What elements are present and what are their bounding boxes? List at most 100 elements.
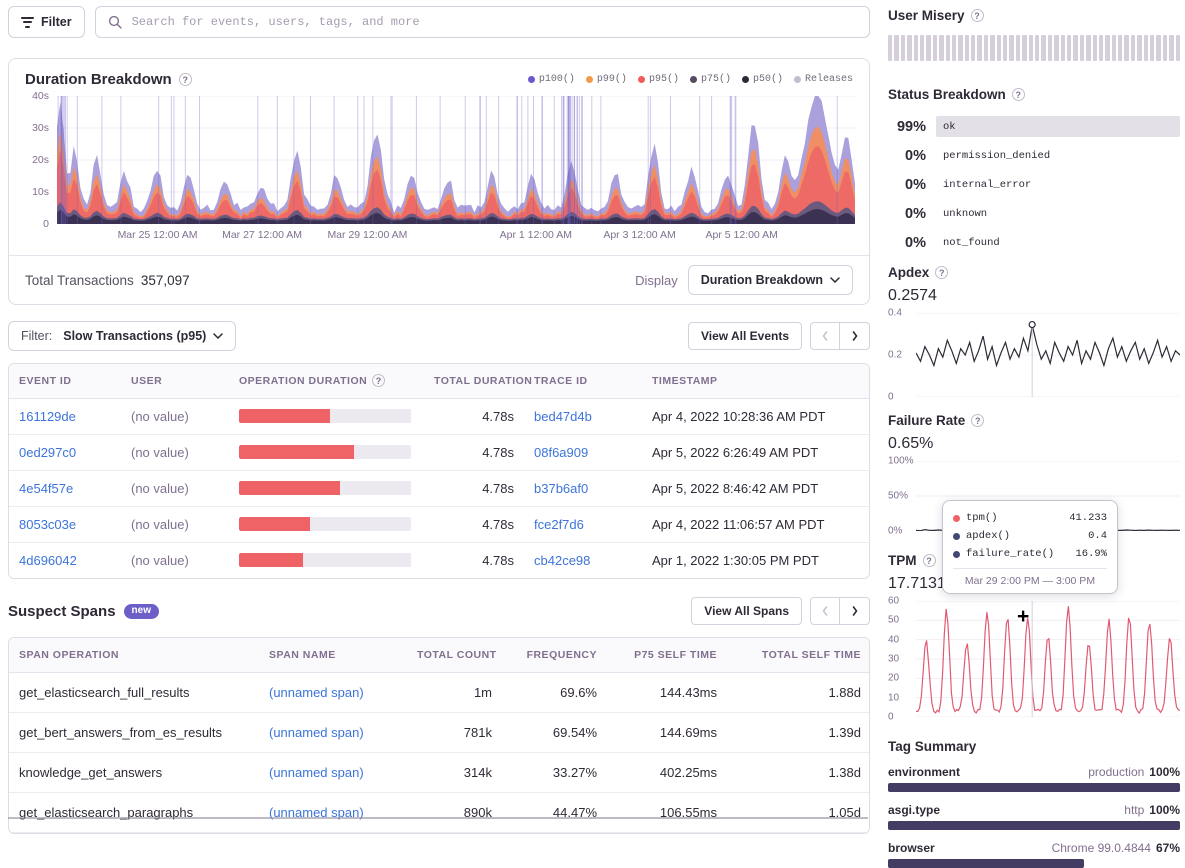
- events-table: EVENT ID USER OPERATION DURATION? TOTAL DUR…: [8, 363, 870, 579]
- legend-dot: [527, 76, 535, 83]
- status-percent: 99%: [896, 118, 926, 135]
- operation-duration-fill: [239, 481, 341, 495]
- filter-button[interactable]: Filter: [8, 6, 85, 38]
- legend-item[interactable]: p75(): [689, 74, 731, 85]
- help-icon[interactable]: ?: [922, 554, 936, 567]
- y-tick-label: 10s: [32, 186, 49, 198]
- frequency-cell: 44.47%: [502, 792, 607, 833]
- tooltip-series-value: 41.233: [1069, 512, 1107, 524]
- duration-breakdown-panel: Duration Breakdown ? p100() p99() p95() p75…: [8, 58, 870, 305]
- tooltip-series-value: 16.9%: [1075, 548, 1107, 560]
- status-percent: 0%: [905, 205, 926, 222]
- misery-bar: [1086, 35, 1091, 61]
- event-id-link[interactable]: 4e54f57e: [19, 481, 73, 496]
- misery-bar: [907, 35, 912, 61]
- status-label: not_found: [943, 236, 1000, 249]
- y-tick-label: 0: [888, 711, 894, 723]
- misery-bar: [990, 35, 995, 61]
- operation-duration-bar: [239, 445, 411, 459]
- misery-bar: [983, 35, 989, 61]
- help-icon[interactable]: ?: [971, 414, 985, 427]
- legend-item[interactable]: p95(): [637, 74, 679, 85]
- view-all-events-button[interactable]: View All Events: [687, 322, 802, 350]
- span-name-link[interactable]: (unnamed span): [269, 765, 364, 780]
- legend-item[interactable]: p50(): [741, 74, 783, 85]
- display-dropdown[interactable]: Duration Breakdown: [687, 265, 853, 295]
- help-icon[interactable]: ?: [372, 374, 386, 388]
- legend-item[interactable]: p100(): [527, 74, 575, 85]
- tpm-chart[interactable]: [916, 601, 1180, 717]
- x-tick-label: Mar 29 12:00 AM: [327, 229, 408, 241]
- suspect-spans-table: SPAN OPERATION SPAN NAME TOTAL COUNT FREQUE…: [8, 637, 870, 834]
- apdex-chart[interactable]: [916, 313, 1180, 397]
- timestamp-cell: Apr 5, 2022 6:26:49 AM PDT: [642, 434, 869, 471]
- total-count-cell: 890k: [407, 792, 502, 833]
- status-row: 0% internal_error: [888, 170, 1180, 199]
- tag-name: browser: [888, 841, 935, 855]
- y-tick-label: 20: [888, 672, 900, 684]
- duration-chart[interactable]: [57, 96, 855, 224]
- trace-id-link[interactable]: fce2f7d6: [534, 517, 584, 532]
- misery-bar: [919, 35, 925, 61]
- span-operation-cell: get_bert_answers_from_es_results: [9, 712, 259, 753]
- span-name-link[interactable]: (unnamed span): [269, 725, 364, 740]
- total-count-cell: 1m: [407, 672, 502, 713]
- tag-value: Chrome 99.0.4844: [1051, 841, 1151, 855]
- search-icon: [108, 15, 122, 29]
- help-icon[interactable]: ?: [935, 266, 949, 279]
- search-input[interactable]: [129, 14, 857, 30]
- prev-page-button[interactable]: [810, 597, 840, 625]
- misery-bar: [1054, 35, 1059, 61]
- tooltip-series-label: apdex(): [966, 530, 1011, 542]
- table-row: 0ed297c0 (no value) 4.78s 08f6a909 Apr 5, 20…: [9, 434, 869, 471]
- tag-row: environment production 100%: [888, 765, 1180, 792]
- span-name-link[interactable]: (unnamed span): [269, 685, 364, 700]
- status-breakdown-section: Status Breakdown? 99% ok 0% permission_deni…: [888, 87, 1180, 257]
- misery-bar: [888, 35, 893, 61]
- search-box[interactable]: [94, 6, 870, 38]
- legend-item[interactable]: Releases: [793, 74, 853, 85]
- legend-dot: [585, 76, 593, 83]
- trace-id-link[interactable]: bed47d4b: [534, 409, 592, 424]
- event-id-link[interactable]: 161129de: [19, 409, 76, 424]
- status-row: 0% not_found: [888, 228, 1180, 257]
- p75-self-time-cell: 144.43ms: [607, 672, 727, 713]
- misery-bar: [1130, 35, 1136, 61]
- misery-bar: [951, 35, 957, 61]
- next-page-button[interactable]: [840, 322, 870, 350]
- user-cell: (no value): [121, 470, 229, 507]
- status-label: internal_error: [943, 178, 1032, 191]
- events-pagination: [810, 322, 870, 350]
- trace-id-link[interactable]: cb42ce98: [534, 553, 590, 568]
- misery-bar: [932, 35, 938, 61]
- misery-bar: [977, 35, 982, 61]
- help-icon[interactable]: ?: [970, 9, 984, 22]
- operation-duration-bar: [239, 553, 411, 568]
- next-page-button[interactable]: [840, 597, 870, 625]
- event-id-link[interactable]: 8053c03e: [19, 517, 76, 532]
- tag-bar[interactable]: [888, 783, 1180, 792]
- prev-page-button[interactable]: [810, 322, 840, 350]
- misery-bar: [1098, 35, 1104, 61]
- misery-bar: [926, 35, 931, 61]
- legend-item[interactable]: p99(): [585, 74, 627, 85]
- help-icon[interactable]: ?: [178, 73, 192, 86]
- help-icon[interactable]: ?: [1011, 88, 1025, 101]
- trace-id-link[interactable]: 08f6a909: [534, 445, 588, 460]
- view-all-spans-button[interactable]: View All Spans: [691, 597, 802, 625]
- event-id-link[interactable]: 4d696042: [19, 553, 77, 568]
- legend-label: p99(): [596, 74, 627, 85]
- events-filter-dropdown[interactable]: Filter: Slow Transactions (p95): [8, 321, 237, 351]
- tag-name: asgi.type: [888, 803, 941, 817]
- tooltip-row: apdex() 0.4: [953, 527, 1107, 545]
- suspect-spans-title: Suspect Spans new: [8, 603, 159, 620]
- status-label: ok: [943, 120, 956, 133]
- event-id-link[interactable]: 0ed297c0: [19, 445, 76, 460]
- tag-bar[interactable]: [888, 859, 1084, 868]
- legend-dot: [741, 76, 749, 83]
- trace-id-link[interactable]: b37b6af0: [534, 481, 588, 496]
- total-self-time-cell: 1.38d: [727, 752, 869, 793]
- tag-bar[interactable]: [888, 821, 1180, 830]
- operation-duration-bar: [239, 517, 411, 531]
- status-bar[interactable]: ok: [936, 116, 1180, 137]
